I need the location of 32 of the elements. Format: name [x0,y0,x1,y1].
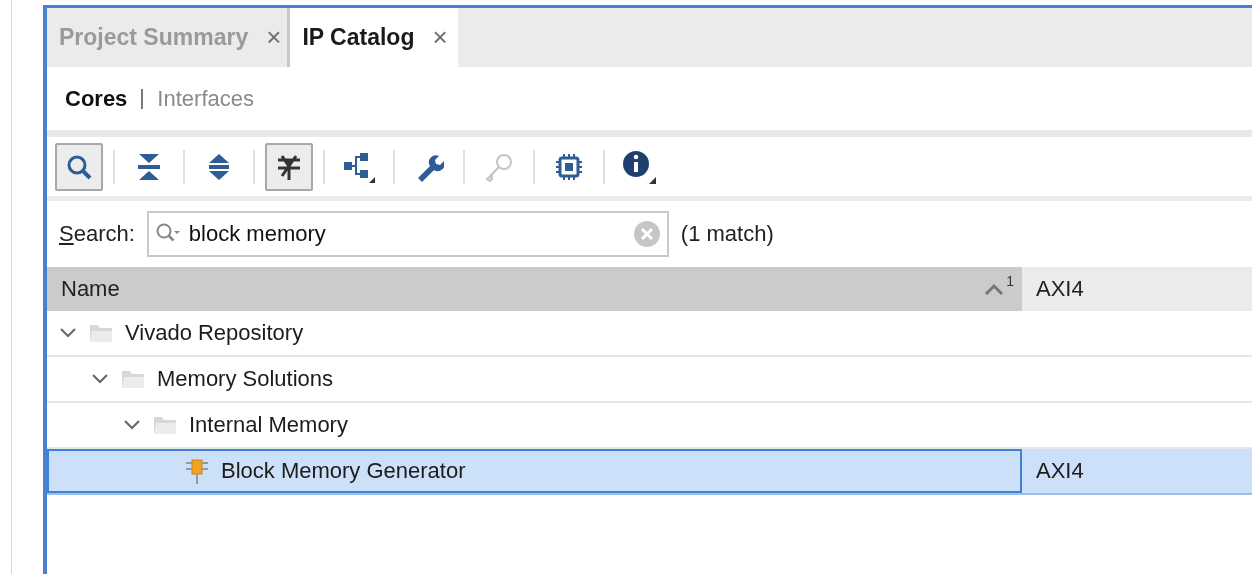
expand-all-icon [207,151,231,182]
axi4-cell: AXI4 [1036,458,1084,484]
collapse-all-icon [136,151,162,182]
info-icon [621,148,657,185]
toolbar-button[interactable] [265,142,313,191]
close-tab-button[interactable]: × [266,22,282,53]
search-label: Search: [59,221,135,247]
match-count: (1 match) [680,221,774,247]
tab[interactable]: IP Catalog × [290,8,458,67]
column-header[interactable]: AXI4 [1022,267,1252,311]
tree-item-label: Memory Solutions [157,366,334,392]
tree-item-label: Block Memory Generator [221,458,466,484]
view-tab[interactable]: Cores [65,85,128,112]
folder-icon [89,323,113,343]
chevron-down-icon[interactable] [59,327,77,339]
chevron-down-icon[interactable] [123,419,141,431]
column-header[interactable]: Name 1 [47,267,1022,311]
tree-row[interactable]: Block Memory Generator AXI4 [47,449,1252,495]
key-icon [484,151,514,182]
search-field[interactable]: block memory [146,211,669,257]
chevron-down-icon[interactable] [91,373,109,385]
folder-icon [153,415,177,435]
sort-rank: 1 [1006,273,1014,289]
tree-item-label: Internal Memory [189,412,348,438]
toolbar-button[interactable] [55,142,103,191]
chip-icon [554,151,584,182]
tree-item-label: Vivado Repository [125,320,304,346]
close-tab-button[interactable]: × [432,22,448,53]
sort-ascending-icon [984,283,1005,295]
search-text: block memory [188,221,327,247]
ip-core-icon [185,456,209,486]
folder-icon [121,369,145,389]
